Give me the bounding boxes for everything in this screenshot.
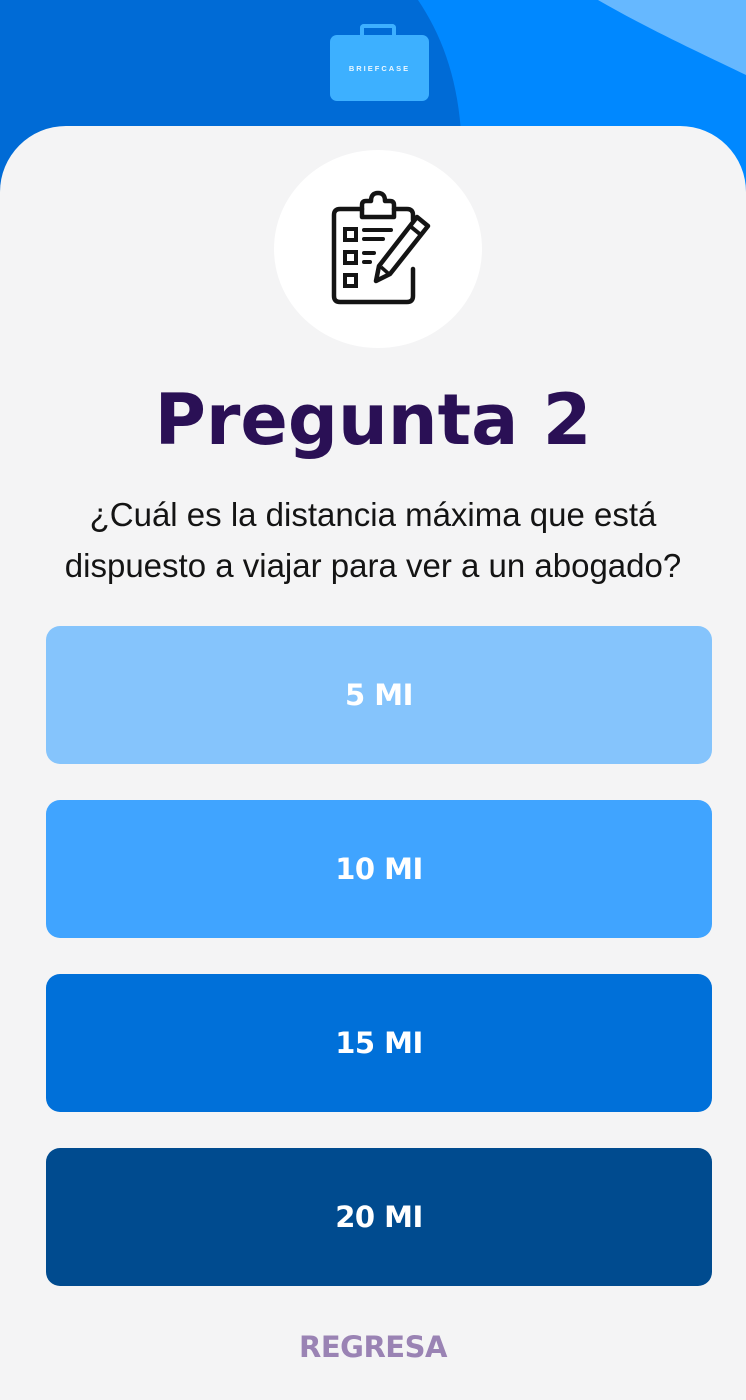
briefcase-icon: BRIEFCASE bbox=[330, 35, 429, 101]
option-15-mi-button[interactable]: 15 MI bbox=[46, 974, 712, 1112]
clipboard-checklist-pencil-icon bbox=[331, 190, 431, 305]
option-10-mi-button[interactable]: 10 MI bbox=[46, 800, 712, 938]
logo-text: BRIEFCASE bbox=[348, 63, 411, 73]
back-link[interactable]: REGRESA bbox=[0, 1330, 746, 1364]
question-title: Pregunta 2 bbox=[154, 379, 592, 461]
briefcase-logo[interactable]: BRIEFCASE bbox=[330, 24, 430, 102]
question-icon-badge bbox=[274, 150, 482, 348]
option-5-mi-button[interactable]: 5 MI bbox=[46, 626, 712, 764]
option-20-mi-button[interactable]: 20 MI bbox=[46, 1148, 712, 1286]
question-text: ¿Cuál es la distancia máxima que está di… bbox=[64, 496, 682, 584]
